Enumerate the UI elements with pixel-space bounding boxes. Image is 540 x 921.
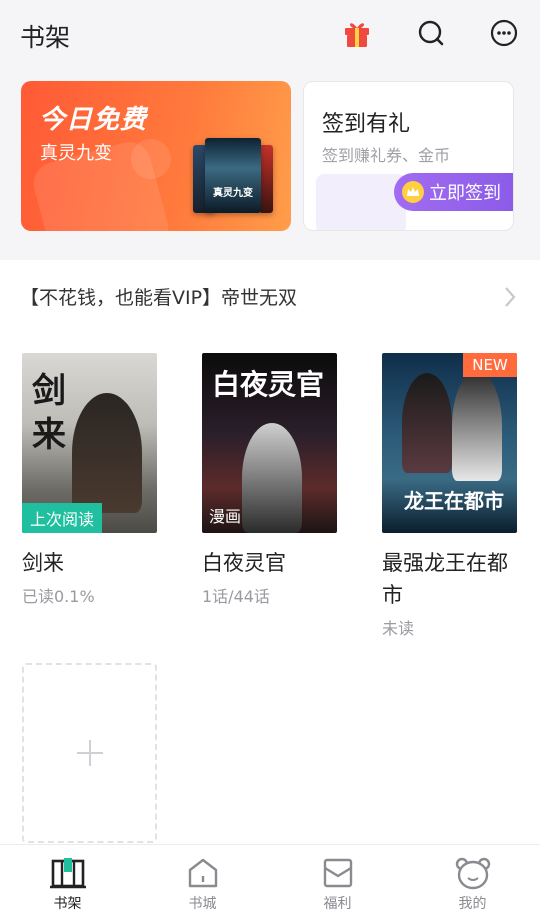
bear-face-icon bbox=[453, 855, 493, 891]
book-title: 剑来 bbox=[22, 551, 64, 575]
add-book-button[interactable] bbox=[22, 663, 157, 843]
page-title: 书架 bbox=[20, 23, 71, 52]
book-item[interactable]: 白夜灵官 漫画 白夜灵官 1话/44话 bbox=[202, 353, 337, 607]
cover-title: 龙王在都市 bbox=[404, 489, 504, 513]
book-progress: 未读 bbox=[382, 619, 415, 638]
cover-figure bbox=[452, 371, 502, 481]
recommendation-row[interactable]: 【不花钱，也能看VIP】帝世无双 bbox=[0, 275, 540, 317]
book-title: 最强龙王在都市 bbox=[382, 551, 508, 607]
book-cover[interactable]: 白夜灵官 漫画 bbox=[202, 353, 337, 533]
book-cover-thumbnail bbox=[259, 145, 273, 213]
free-today-card[interactable]: 今日免费 真灵九变 真灵九变 bbox=[21, 81, 291, 231]
tab-label: 我的 bbox=[458, 896, 487, 912]
comic-tag: 漫画 bbox=[209, 507, 242, 526]
sign-in-button[interactable]: 立即签到 bbox=[394, 173, 513, 211]
sign-in-subtitle: 签到赚礼券、金币 bbox=[322, 146, 451, 165]
new-tag: NEW bbox=[463, 353, 517, 377]
book-item[interactable]: 剑来 上次阅读 剑来 已读0.1% bbox=[22, 353, 157, 607]
book-item[interactable]: 龙王在都市 NEW 最强龙王在都市 未读 bbox=[382, 353, 517, 639]
book-cover[interactable]: 龙王在都市 NEW bbox=[382, 353, 517, 533]
search-icon[interactable] bbox=[414, 16, 448, 50]
envelope-icon bbox=[318, 855, 358, 891]
decorative-shape bbox=[316, 174, 406, 230]
tab-label: 福利 bbox=[323, 896, 352, 912]
tab-welfare[interactable]: 福利 bbox=[270, 845, 405, 921]
tab-bookstore[interactable]: 书城 bbox=[135, 845, 270, 921]
book-cover[interactable]: 剑来 上次阅读 bbox=[22, 353, 157, 533]
crown-icon bbox=[402, 181, 424, 203]
gift-icon[interactable] bbox=[340, 16, 374, 50]
free-book-name: 真灵九变 bbox=[40, 143, 112, 164]
header-area: 书架 今日免费 真灵九变 真灵九变 签到有礼 签到赚礼券、金币 立即签到 bbox=[0, 0, 540, 260]
sign-in-title: 签到有礼 bbox=[322, 112, 411, 137]
last-read-tag: 上次阅读 bbox=[22, 503, 102, 533]
free-today-title: 今日免费 bbox=[39, 105, 148, 135]
tab-label: 书城 bbox=[188, 896, 217, 912]
book-title: 白夜灵官 bbox=[202, 551, 286, 575]
tab-label: 书架 bbox=[53, 896, 82, 912]
cover-title: 剑来 bbox=[32, 371, 66, 455]
cover-figure bbox=[242, 423, 302, 533]
home-icon bbox=[183, 855, 223, 891]
bottom-tab-bar: 书架 书城 福利 我的 bbox=[0, 845, 540, 921]
tab-me[interactable]: 我的 bbox=[405, 845, 540, 921]
decorative-shape bbox=[131, 139, 171, 179]
sign-in-button-label: 立即签到 bbox=[429, 183, 501, 204]
plus-icon bbox=[76, 740, 103, 766]
chevron-right-icon bbox=[505, 287, 516, 307]
free-book-cover: 真灵九变 bbox=[205, 138, 261, 213]
tab-bookshelf[interactable]: 书架 bbox=[0, 845, 135, 921]
sign-in-card[interactable]: 签到有礼 签到赚礼券、金币 立即签到 bbox=[303, 81, 514, 231]
cover-figure bbox=[402, 373, 452, 473]
book-progress: 1话/44话 bbox=[202, 587, 270, 606]
bookshelf-icon bbox=[48, 855, 88, 891]
more-options-icon[interactable] bbox=[487, 16, 521, 50]
cover-figure bbox=[72, 393, 142, 513]
recommendation-text: 【不花钱，也能看VIP】帝世无双 bbox=[20, 286, 298, 309]
book-progress: 已读0.1% bbox=[22, 587, 95, 606]
cover-title: 真灵九变 bbox=[213, 188, 253, 199]
cover-title: 白夜灵官 bbox=[212, 368, 325, 401]
